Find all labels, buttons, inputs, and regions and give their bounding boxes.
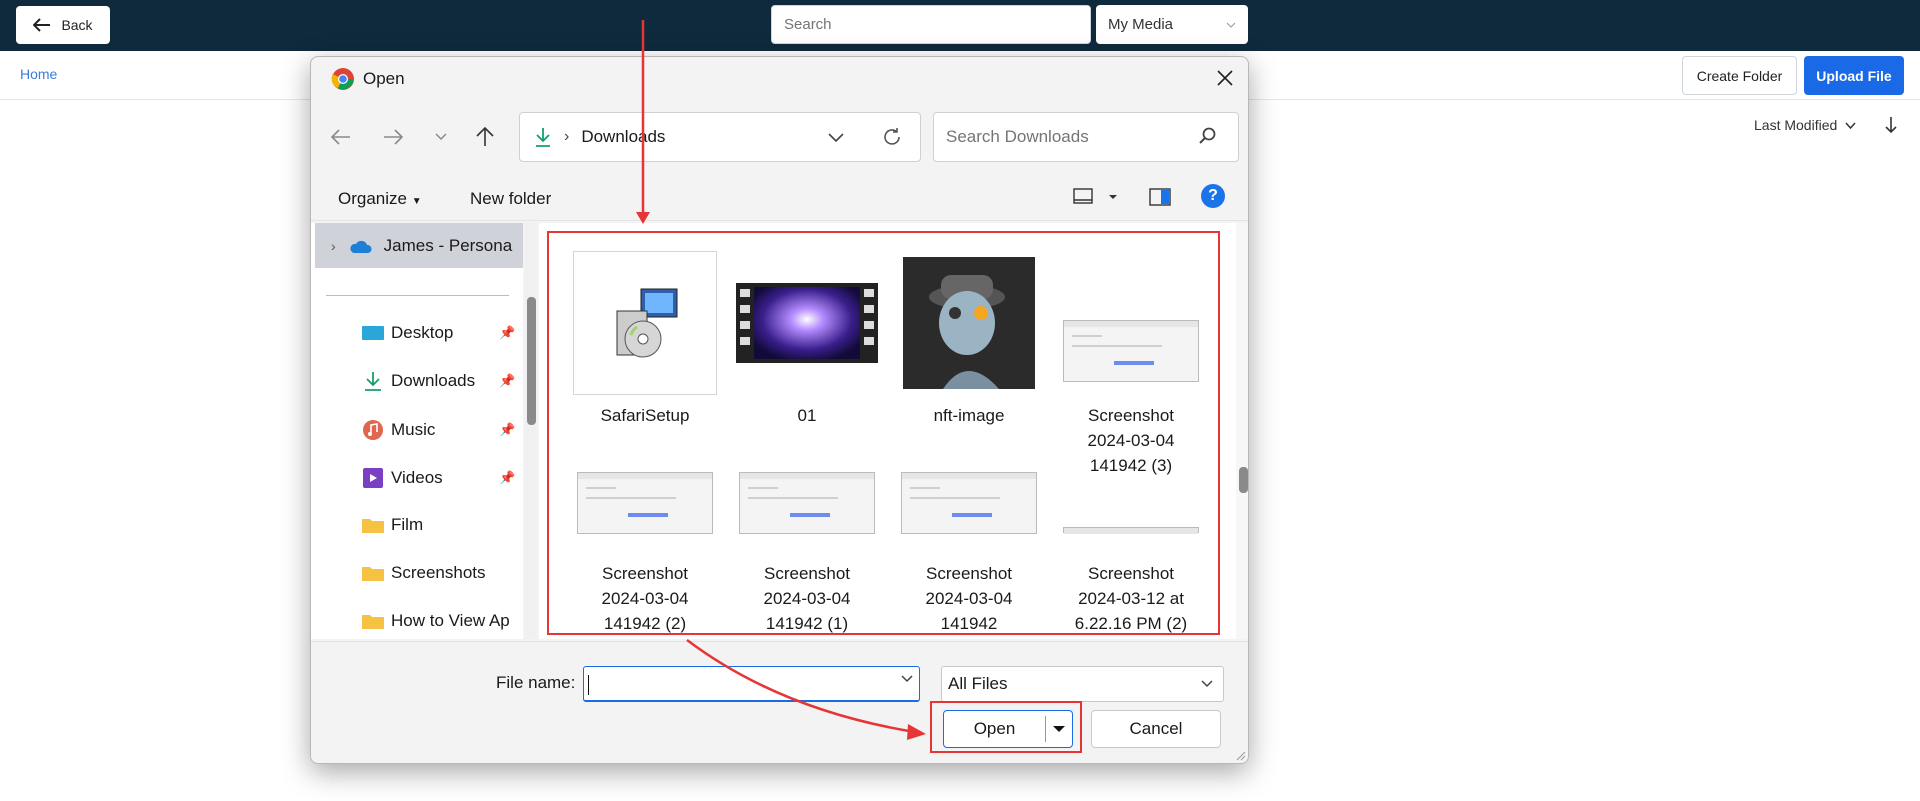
preview-pane-icon[interactable] [1149,187,1171,207]
sidebar-scroll-thumb[interactable] [527,297,536,425]
chevron-right-icon: › [331,237,336,254]
sort-select[interactable]: Last Modified [1754,117,1856,133]
address-bar[interactable]: › Downloads [519,112,921,162]
chevron-down-icon [1845,121,1856,129]
navigation-pane: › James - Persona Desktop 📌 Downloads 📌 … [311,223,523,639]
upload-file-button[interactable]: Upload File [1804,56,1904,95]
back-label: Back [61,17,93,33]
download-icon [536,128,550,147]
cloud-icon [350,240,372,253]
media-select[interactable]: My Media [1096,5,1248,44]
view-mode-icon[interactable] [1073,187,1119,207]
download-icon [365,372,381,391]
sidebar-item-label: Downloads [391,371,476,390]
sidebar-item-downloads[interactable]: Downloads 📌 [361,371,519,391]
back-arrow-icon[interactable] [331,129,351,145]
resize-grip-icon[interactable] [1236,751,1246,761]
top-bar: Back My Media [0,0,1920,51]
sort-label: Last Modified [1754,117,1838,133]
new-folder-button[interactable]: New folder [470,189,551,209]
folder-icon [362,519,384,533]
up-arrow-icon[interactable] [476,127,494,147]
caret-down-icon: ▼ [411,196,422,207]
sidebar-item-onedrive[interactable]: › James - Persona [315,223,523,268]
dialog-title-bar: Open [331,67,405,91]
file-type-filter[interactable]: All Files [941,666,1224,702]
help-icon[interactable]: ? [1201,184,1225,208]
dialog-title: Open [363,69,405,88]
sidebar-item-label: Videos [391,468,443,487]
sidebar-item-desktop[interactable]: Desktop 📌 [361,323,519,343]
sidebar-item-how-to-view[interactable]: How to View Ap [361,611,519,631]
organize-menu[interactable]: Organize ▼ [338,189,422,209]
refresh-icon[interactable] [882,127,902,147]
chevron-down-icon [1226,22,1236,28]
file-grid-scrollbar[interactable] [1236,223,1248,639]
chrome-icon [331,68,354,90]
folder-icon [362,567,384,581]
create-folder-button[interactable]: Create Folder [1682,56,1797,95]
home-link[interactable]: Home [20,66,57,82]
file-type-value: All Files [948,674,1008,693]
desktop-icon [362,326,384,340]
breadcrumb-separator: › [564,128,570,145]
text-cursor [588,675,589,695]
annotation-highlight-open [930,701,1082,753]
search-icon[interactable] [1199,127,1217,145]
sort-direction-icon[interactable] [1884,116,1898,134]
close-icon[interactable] [1216,69,1234,87]
chevron-down-icon[interactable] [828,133,844,143]
sidebar-item-label: James - Persona [383,235,513,255]
music-icon [363,420,383,440]
sidebar-item-film[interactable]: Film [361,515,519,535]
file-name-input[interactable] [583,666,920,702]
sidebar-item-videos[interactable]: Videos 📌 [361,467,519,489]
video-icon [363,468,383,488]
pin-icon: 📌 [499,325,516,340]
media-select-value: My Media [1108,16,1174,33]
breadcrumb: Downloads [581,127,666,146]
pin-icon: 📌 [499,373,516,388]
pin-icon: 📌 [499,470,516,485]
file-name-label: File name: [496,673,576,692]
folder-icon [362,615,384,629]
file-grid-scroll-thumb[interactable] [1239,467,1248,493]
sidebar-scrollbar[interactable] [525,223,537,639]
sidebar-item-label: Screenshots [391,563,486,582]
chevron-down-icon[interactable] [901,675,913,683]
sidebar-item-music[interactable]: Music 📌 [361,419,519,441]
divider [326,295,509,296]
back-button[interactable]: Back [16,6,110,44]
sidebar-item-label: Music [391,420,436,439]
arrow-left-icon [33,18,51,32]
search-input[interactable] [771,5,1091,44]
search-downloads-input[interactable] [933,112,1239,162]
pin-icon: 📌 [499,422,516,437]
annotation-highlight-files [547,231,1220,635]
sidebar-item-screenshots[interactable]: Screenshots [361,563,519,583]
recent-chevron-icon[interactable] [435,133,447,141]
organize-label: Organize [338,189,407,208]
sidebar-item-label: How to View Ap [391,611,510,630]
chevron-down-icon [1201,680,1213,688]
cancel-button[interactable]: Cancel [1091,710,1221,748]
forward-arrow-icon[interactable] [383,129,403,145]
sidebar-item-label: Desktop [391,323,454,342]
sidebar-item-label: Film [391,515,424,534]
